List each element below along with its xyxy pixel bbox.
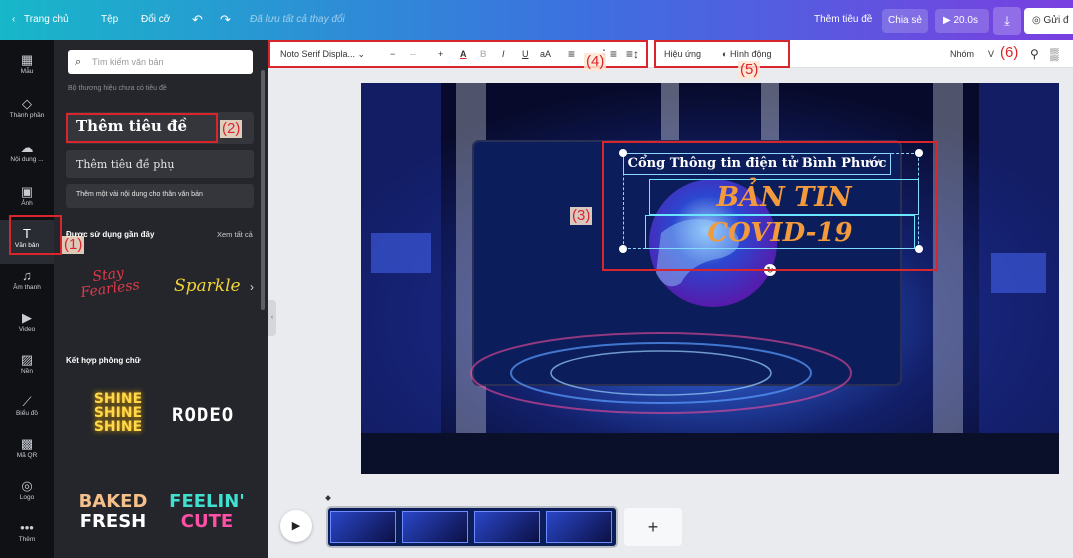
search-placeholder: Tìm kiếm văn bản [92, 57, 164, 67]
add-subheading-label: Thêm tiêu đề phụ [76, 158, 175, 171]
preview-play-button[interactable]: ▶ 20.0s [935, 9, 989, 33]
see-all-link[interactable]: Xem tất cả [217, 230, 253, 239]
paint-format-icon[interactable]: ⚲ [1030, 40, 1039, 68]
collapse-panel-handle[interactable]: ‹ [268, 300, 276, 336]
rail-label: Nội dung ... [10, 156, 44, 163]
chevron-right-icon[interactable]: › [250, 280, 254, 294]
rail-label: Thành phần [9, 112, 45, 119]
rail-label: Nền [21, 368, 33, 375]
rail-item-uploads[interactable]: ☁ Nội dung ... [0, 134, 54, 178]
rail-label: Biểu đồ [15, 410, 39, 417]
callout-label-3: (3) [570, 207, 593, 225]
combo-cute-line: CUTE [180, 511, 234, 532]
add-body-text-button[interactable]: Thêm một vài nội dung cho thân văn bản [66, 184, 254, 208]
rail-label: Video [18, 326, 36, 333]
callout-label-1: (1) [62, 236, 85, 254]
callout-box-5 [654, 40, 790, 68]
combo-feelin-cute[interactable]: FEELIN' CUTE [166, 492, 248, 532]
rail-label: Âm thanh [13, 284, 41, 291]
group-button[interactable]: Nhóm [950, 40, 974, 68]
resize-button[interactable]: Đổi cỡ [141, 0, 170, 40]
qr-icon: ▩ [20, 436, 34, 451]
combo-rodeo[interactable]: RODEO [172, 404, 234, 426]
rail-label: Mã QR [16, 452, 38, 459]
panel-scrollbar[interactable] [261, 70, 265, 310]
rail-item-audio[interactable]: ♫ Âm thanh [0, 262, 54, 306]
combo-shine-line: SHINE [93, 405, 143, 421]
combo-feelin-line: FEELIN' [169, 491, 245, 512]
redo-icon[interactable]: ↷ [220, 0, 231, 40]
send-label: Gửi đ [1043, 15, 1069, 26]
recent-font-stay-fearless[interactable]: Stay Fearless [68, 263, 153, 314]
add-subheading-button[interactable]: Thêm tiêu đề phụ [66, 150, 254, 178]
callout-label-2: (2) [220, 120, 243, 138]
callout-label-6: (6) [1000, 44, 1019, 61]
position-button[interactable]: V [988, 40, 994, 68]
video-icon: ▶ [22, 310, 32, 325]
combo-baked-fresh[interactable]: BAKED FRESH [76, 492, 150, 532]
clip-thumbnail [546, 511, 612, 543]
rail-item-video[interactable]: ▶ Video [0, 304, 54, 348]
combo-shine[interactable]: SHINE SHINE SHINE [88, 392, 148, 434]
share-button[interactable]: Chia sẻ [882, 9, 928, 33]
callout-box-2 [66, 113, 218, 143]
rail-label: Ảnh [21, 200, 33, 207]
combo-baked-line: BAKED [78, 491, 148, 512]
top-bar: ‹ Trang chủ Tệp Đổi cỡ ↶ ↷ Đã lưu tất cả… [0, 0, 1073, 40]
callout-box-3 [602, 141, 938, 271]
rail-label: Logo [19, 494, 35, 501]
more-icon: ••• [20, 520, 34, 535]
clip-thumbnail [330, 511, 396, 543]
combo-fresh-line: FRESH [79, 511, 147, 532]
timeline-play-icon[interactable]: ▶ [280, 510, 312, 542]
clip-thumbnail [474, 511, 540, 543]
search-input[interactable]: ⌕ Tìm kiếm văn bản [68, 50, 253, 74]
callout-label-4: (4) [584, 53, 607, 71]
save-status: Đã lưu tất cả thay đổi [250, 14, 345, 25]
document-title[interactable]: Thêm tiêu đề [814, 0, 872, 40]
rail-item-elements[interactable]: ◇ Thành phần [0, 90, 54, 134]
elements-icon: ◇ [22, 96, 32, 111]
rail-label: Thêm [18, 536, 36, 543]
left-rail: ▦ Mẫu ◇ Thành phần ☁ Nội dung ... ▣ Ảnh T Văn… [0, 40, 54, 558]
search-icon: ⌕ [75, 56, 82, 68]
home-link[interactable]: Trang chủ [24, 0, 69, 40]
callout-box-1 [9, 215, 62, 255]
chevron-left-icon[interactable]: ‹ [12, 0, 15, 40]
check-circle-icon: ◎ [1032, 15, 1041, 26]
recent-font-sparkle[interactable]: Sparkle [174, 276, 241, 296]
rail-item-qr[interactable]: ▩ Mã QR [0, 430, 54, 474]
font-combo-title: Kết hợp phông chữ [66, 356, 141, 365]
download-icon[interactable]: ⤓ [993, 7, 1021, 35]
brand-kit-note: Bộ thương hiệu chưa có tiêu đề [68, 85, 167, 92]
chart-icon: ⟋ [22, 394, 32, 409]
add-body-label: Thêm một vài nội dung cho thân văn bản [76, 191, 203, 198]
rail-item-background[interactable]: ▨ Nền [0, 346, 54, 390]
rail-item-charts[interactable]: ⟋ Biểu đồ [0, 388, 54, 432]
rail-item-templates[interactable]: ▦ Mẫu [0, 46, 54, 90]
duration-label: 20.0s [953, 15, 978, 26]
template-icon: ▦ [20, 52, 34, 67]
send-button[interactable]: ◎ Gửi đ [1024, 8, 1073, 34]
combo-shine-line: SHINE [93, 391, 143, 407]
rail-item-more[interactable]: ••• Thêm [0, 514, 54, 558]
add-clip-button[interactable]: + [624, 508, 682, 546]
photo-icon: ▣ [20, 184, 34, 199]
timeline-clip[interactable] [326, 506, 618, 548]
undo-icon[interactable]: ↶ [192, 0, 203, 40]
rail-label: Mẫu [20, 68, 34, 75]
callout-label-5: (5) [738, 61, 761, 79]
logo-icon: ◎ [21, 478, 33, 493]
rail-item-logo[interactable]: ◎ Logo [0, 472, 54, 516]
play-icon: ▶ [943, 15, 951, 26]
file-menu[interactable]: Tệp [101, 0, 118, 40]
transparency-icon[interactable]: ▒ [1050, 40, 1059, 68]
clip-thumbnail [402, 511, 468, 543]
music-icon: ♫ [22, 268, 32, 283]
background-icon: ▨ [20, 352, 34, 367]
upload-icon: ☁ [20, 140, 34, 155]
combo-shine-line: SHINE [93, 419, 143, 435]
